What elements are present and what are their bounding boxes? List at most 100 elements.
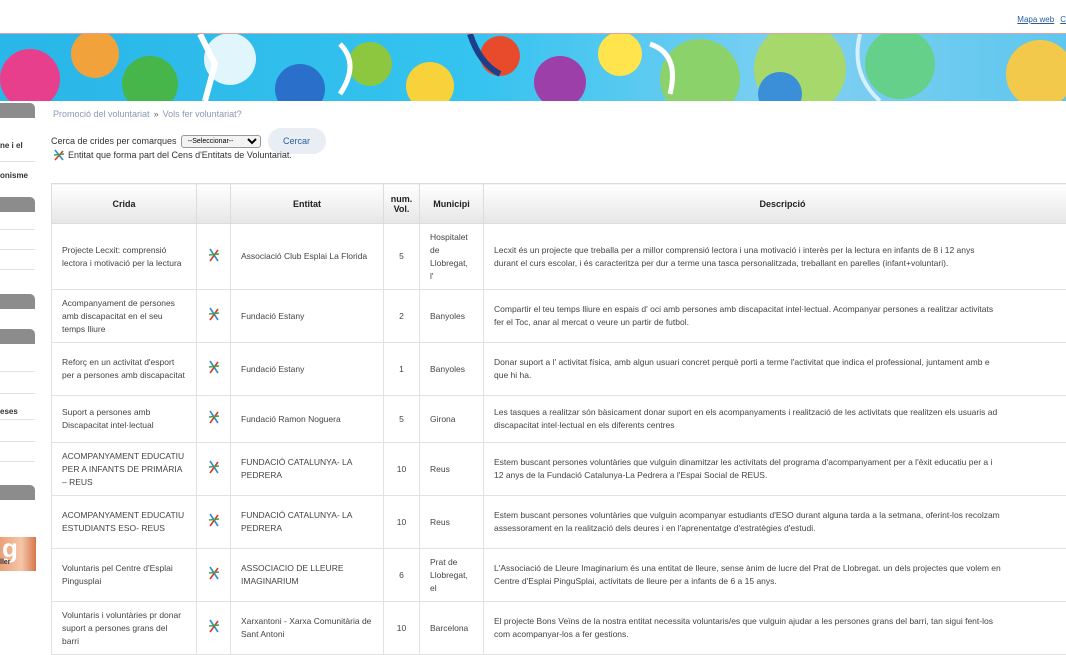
sidebar-divider	[0, 393, 35, 394]
crida-link[interactable]: Reforç en un activitat d'esport per a pe…	[52, 343, 197, 396]
descripcio-line: durant el curs escolar, i és caracteritz…	[494, 257, 1066, 270]
left-sidebar: ne i el onisme eses g ller	[0, 101, 36, 640]
sidebar-divider	[0, 249, 35, 250]
table-header-row: Crida Entitat num. Vol. Municipi Descrip…	[52, 184, 1066, 224]
crida-link[interactable]: Projecte Lecxit: comprensió lectora i mo…	[52, 224, 197, 290]
breadcrumb: Promoció del voluntariat » Vols fer volunt…	[53, 109, 242, 119]
num-vol-cell: 5	[384, 224, 420, 290]
cens-entity-icon	[208, 513, 220, 527]
table-row[interactable]: Suport a persones amb Discapacitat intel…	[52, 396, 1066, 443]
descripcio-line: 12 anys de la Fundació Catalunya-La Pedr…	[494, 469, 1066, 482]
municipi-cell: Barcelona	[420, 602, 484, 655]
cens-icon-cell	[197, 549, 231, 602]
descripcio-cell: L'Associació de Lleure Imaginarium és un…	[484, 549, 1066, 602]
table-row[interactable]: Projecte Lecxit: comprensió lectora i mo…	[52, 224, 1066, 290]
breadcrumb-item-promocio[interactable]: Promoció del voluntariat	[53, 109, 150, 119]
sidebar-tab[interactable]	[0, 485, 35, 500]
entitat-cell: FUNDACIÓ CATALUNYA- LA PEDRERA	[231, 496, 384, 549]
col-header-entitat[interactable]: Entitat	[231, 184, 384, 224]
crida-link[interactable]: Acompanyament de persones amb discapacit…	[52, 290, 197, 343]
breadcrumb-item-vols[interactable]: Vols fer voluntariat?	[163, 109, 242, 119]
banner-illustration	[0, 34, 1066, 101]
table-row[interactable]: ACOMPANYAMENT EDUCATIU PER A INFANTS DE …	[52, 443, 1066, 496]
entitat-cell: Fundació Estany	[231, 290, 384, 343]
entitat-cell: ASSOCIACIO DE LLEURE IMAGINARIUM	[231, 549, 384, 602]
crida-link[interactable]: Suport a persones amb Discapacitat intel…	[52, 396, 197, 443]
sidebar-divider	[0, 461, 35, 462]
sidebar-tab[interactable]	[0, 329, 35, 344]
sidebar-divider	[0, 229, 35, 230]
col-header-descripcio[interactable]: Descripció	[484, 184, 1066, 224]
cens-entity-icon	[208, 307, 220, 321]
top-links: Mapa web C	[1011, 15, 1066, 24]
top-bar: Mapa web C	[0, 0, 1066, 34]
sidebar-item-label[interactable]: onisme	[0, 171, 28, 180]
crides-table: Crida Entitat num. Vol. Municipi Descrip…	[51, 183, 1066, 655]
descripcio-line: L'Associació de Lleure Imaginarium és un…	[494, 562, 1066, 575]
num-vol-cell: 2	[384, 290, 420, 343]
entitat-cell: Xarxantoni - Xarxa Comunitària de Sant A…	[231, 602, 384, 655]
cens-legend: Entitat que forma part del Cens d'Entita…	[53, 149, 292, 161]
sidebar-divider	[0, 419, 35, 420]
comarca-select[interactable]: --Seleccionar--	[181, 135, 261, 148]
promo-subtext: ller	[0, 559, 11, 566]
crida-link[interactable]: Voluntaris i voluntàries pr donar suport…	[52, 602, 197, 655]
descripcio-line: assessorament en la realització dels deu…	[494, 522, 1066, 535]
search-label: Cerca de crides per comarques	[51, 136, 177, 146]
descripcio-cell: Lecxit és un projecte que treballa per a…	[484, 224, 1066, 290]
descripcio-cell: El projecte Bons Veïns de la nostra enti…	[484, 602, 1066, 655]
site-map-link[interactable]: Mapa web	[1017, 15, 1054, 24]
municipi-cell: Reus	[420, 443, 484, 496]
sidebar-item-label[interactable]: ne i el	[0, 141, 23, 150]
cens-icon-cell	[197, 343, 231, 396]
cens-icon-cell	[197, 290, 231, 343]
sidebar-tab[interactable]	[0, 197, 35, 212]
descripcio-line: Les tasques a realitzar són bàsicament d…	[494, 406, 1066, 419]
table-row[interactable]: Voluntaris i voluntàries pr donar suport…	[52, 602, 1066, 655]
cens-icon-cell	[197, 602, 231, 655]
descripcio-line: Lecxit és un projecte que treballa per a…	[494, 244, 1066, 257]
table-row[interactable]: Reforç en un activitat d'esport per a pe…	[52, 343, 1066, 396]
header-banner	[0, 34, 1066, 101]
table-row[interactable]: Voluntaris pel Centre d'Esplai Pinguspla…	[52, 549, 1066, 602]
entitat-cell: Fundació Ramon Noguera	[231, 396, 384, 443]
cens-icon-cell	[197, 224, 231, 290]
crida-link[interactable]: Voluntaris pel Centre d'Esplai Pinguspla…	[52, 549, 197, 602]
descripcio-line: fer el Toc, anar al mercat o veure un pa…	[494, 316, 1066, 329]
breadcrumb-separator: »	[154, 109, 159, 119]
top-link-contact[interactable]: C	[1060, 15, 1066, 24]
cens-entity-icon	[53, 149, 65, 161]
legend-text: Entitat que forma part del Cens d'Entita…	[68, 150, 292, 160]
sidebar-divider	[0, 371, 35, 372]
descripcio-cell: Estem buscant persones voluntàries que v…	[484, 443, 1066, 496]
descripcio-cell: Estem buscant persones voluntàries que v…	[484, 496, 1066, 549]
sidebar-item-label[interactable]: eses	[0, 407, 18, 416]
cens-entity-icon	[208, 410, 220, 424]
sidebar-tab[interactable]	[0, 294, 35, 309]
num-vol-cell: 5	[384, 396, 420, 443]
descripcio-line: Estem buscant persones voluntàries que v…	[494, 456, 1066, 469]
sidebar-divider	[0, 441, 35, 442]
crida-link[interactable]: ACOMPANYAMENT EDUCATIU ESTUDIANTS ESO- R…	[52, 496, 197, 549]
num-vol-cell: 6	[384, 549, 420, 602]
descripcio-cell: Compartir el teu temps lliure en espais …	[484, 290, 1066, 343]
sidebar-tab[interactable]	[0, 103, 35, 118]
descripcio-line: discapacitat intel·lectual en els difere…	[494, 419, 1066, 432]
num-vol-cell: 10	[384, 443, 420, 496]
sidebar-divider	[0, 269, 35, 270]
table-row[interactable]: Acompanyament de persones amb discapacit…	[52, 290, 1066, 343]
cens-icon-cell	[197, 496, 231, 549]
num-vol-cell: 10	[384, 496, 420, 549]
cens-icon-cell	[197, 443, 231, 496]
col-header-municipi[interactable]: Municipi	[420, 184, 484, 224]
municipi-cell: Hospitalet de Llobregat, l'	[420, 224, 484, 290]
sidebar-promo-image[interactable]: g ller	[0, 537, 36, 571]
descripcio-line: que hi ha.	[494, 369, 1066, 382]
col-header-num-vol[interactable]: num. Vol.	[384, 184, 420, 224]
descripcio-line: Centre d'Esplai PinguSplai, activitats d…	[494, 575, 1066, 588]
cens-entity-icon	[208, 460, 220, 474]
col-header-crida[interactable]: Crida	[52, 184, 197, 224]
num-vol-cell: 1	[384, 343, 420, 396]
table-row[interactable]: ACOMPANYAMENT EDUCATIU ESTUDIANTS ESO- R…	[52, 496, 1066, 549]
crida-link[interactable]: ACOMPANYAMENT EDUCATIU PER A INFANTS DE …	[52, 443, 197, 496]
